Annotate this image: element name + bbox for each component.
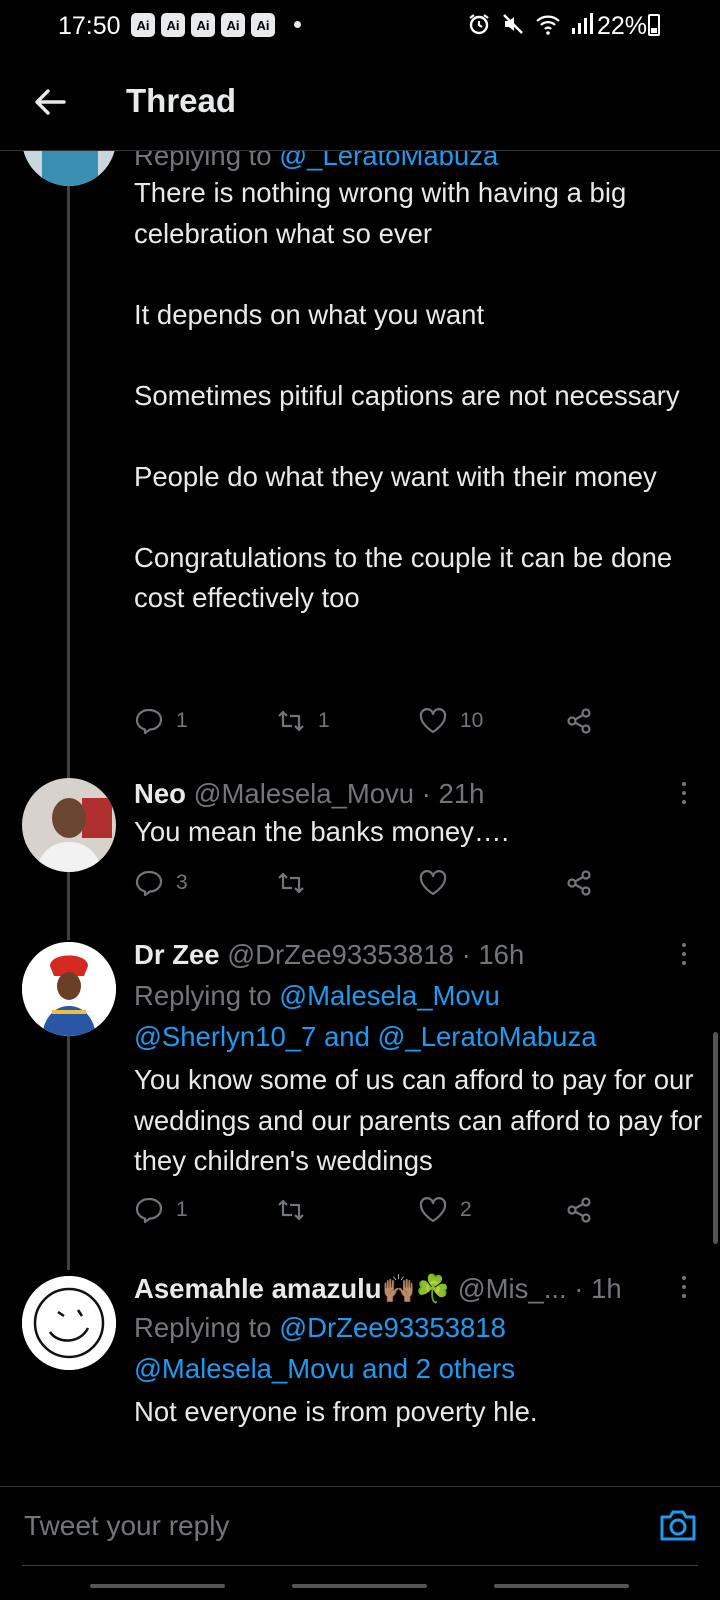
page-title: Thread (126, 82, 237, 119)
reply-input[interactable] (22, 1499, 636, 1553)
share-button[interactable] (564, 1195, 594, 1225)
share-icon (567, 870, 591, 896)
thread-connector (67, 180, 70, 780)
tweet-actions: 3 (134, 868, 614, 902)
more-options-icon[interactable] (681, 1276, 687, 1303)
avatar[interactable] (22, 942, 116, 1036)
heart-icon (419, 1197, 447, 1223)
retweet-button[interactable]: 1 (276, 706, 330, 736)
more-options-icon[interactable] (681, 782, 687, 809)
replying-to: Replying to @Malesela_Movu @Sherlyn10_7 … (134, 980, 597, 1052)
share-icon (567, 1197, 591, 1223)
user-handle[interactable]: @Malesela_Movu (194, 778, 415, 809)
nav-back-button[interactable] (494, 1584, 629, 1588)
reply-icon (135, 708, 163, 735)
tweet-actions: 1 1 10 (134, 706, 614, 740)
avatar[interactable] (22, 778, 116, 872)
scrollbar[interactable] (713, 1032, 718, 1244)
replying-to: Replying to @DrZee93353818 @Malesela_Mov… (134, 1312, 516, 1384)
user-handle[interactable]: @Mis_... (458, 1273, 567, 1304)
retweet-button[interactable] (276, 1195, 306, 1225)
reply-button[interactable]: 1 (134, 706, 188, 736)
signal-icon (572, 13, 593, 34)
retweet-icon (278, 710, 304, 732)
tweet-author-line: Neo @Malesela_Movu · 21h (134, 778, 484, 810)
ai-badge-icon: Ai (161, 13, 185, 37)
ai-badge-icon: Ai (191, 13, 215, 37)
arrow-left-icon[interactable] (30, 82, 70, 122)
ai-badge-icon: Ai (251, 13, 275, 37)
mention-link[interactable]: @_LeratoMabuza (279, 150, 498, 171)
mention-link[interactable]: @Sherlyn10_7 and @_LeratoMabuza (134, 1021, 597, 1052)
reply-icon (135, 870, 163, 897)
display-name[interactable]: Asemahle amazulu🙌🏽☘️ (134, 1273, 450, 1304)
avatar[interactable] (22, 1276, 116, 1370)
share-icon (567, 708, 591, 734)
mention-link[interactable]: @DrZee93353818 (279, 1312, 506, 1343)
reply-button[interactable]: 3 (134, 868, 188, 898)
like-button[interactable] (418, 868, 448, 898)
heart-icon (419, 708, 447, 734)
share-button[interactable] (564, 868, 594, 898)
retweet-button[interactable] (276, 868, 306, 898)
reply-composer (0, 1486, 720, 1567)
battery-icon (648, 14, 660, 36)
app-header: Thread (0, 52, 720, 151)
more-notifications-dot-icon (294, 21, 301, 28)
alarm-icon (469, 14, 489, 35)
tweet-time: · 21h (421, 778, 485, 809)
thread-feed[interactable]: Replying to @_LeratoMabuza There is noth… (0, 150, 720, 1485)
tweet-text: You know some of us can afford to pay fo… (134, 1064, 703, 1176)
tweet-text: Not everyone is from poverty hle. (134, 1396, 538, 1427)
user-handle[interactable]: @DrZee93353818 (227, 939, 454, 970)
heart-icon (419, 870, 447, 896)
status-bar: 17:50 Ai Ai Ai Ai Ai 22% (0, 0, 720, 52)
ai-badge-icon: Ai (221, 13, 245, 37)
tweet-time: · 16h (461, 939, 525, 970)
tweet-author-line: Dr Zee @DrZee93353818 · 16h (134, 939, 524, 971)
tweet-author-line: Asemahle amazulu🙌🏽☘️ @Mis_... · 1h (134, 1272, 622, 1305)
notification-badges: Ai Ai Ai Ai Ai (131, 13, 275, 37)
thread-connector (67, 870, 70, 940)
share-button[interactable] (564, 706, 594, 736)
tweet-text: You mean the banks money…. (134, 816, 510, 847)
display-name[interactable]: Dr Zee (134, 939, 220, 970)
battery-level: 22% (597, 12, 648, 40)
more-options-icon[interactable] (681, 943, 687, 970)
avatar[interactable] (22, 150, 116, 186)
tweet-text: There is nothing wrong with having a big… (134, 177, 680, 613)
retweet-icon (278, 872, 304, 894)
like-button[interactable]: 10 (418, 706, 483, 736)
reply-button[interactable]: 1 (134, 1195, 188, 1225)
wifi-icon (536, 15, 560, 35)
status-time: 17:50 (58, 12, 121, 40)
retweet-icon (278, 1199, 304, 1221)
camera-icon[interactable] (659, 1507, 697, 1543)
nav-recent-button[interactable] (90, 1584, 225, 1588)
reply-icon (135, 1197, 163, 1224)
ai-badge-icon: Ai (131, 13, 155, 37)
thread-connector (67, 1035, 70, 1270)
system-nav-bar (0, 1566, 720, 1600)
nav-home-button[interactable] (292, 1584, 427, 1588)
like-button[interactable]: 2 (418, 1195, 472, 1225)
tweet-time: · 1h (574, 1273, 622, 1304)
mention-link[interactable]: @Malesela_Movu (279, 980, 500, 1011)
display-name[interactable]: Neo (134, 778, 186, 809)
mention-link[interactable]: @Malesela_Movu and 2 others (134, 1353, 515, 1384)
tweet-actions: 1 2 (134, 1195, 614, 1229)
mute-icon (503, 14, 523, 34)
